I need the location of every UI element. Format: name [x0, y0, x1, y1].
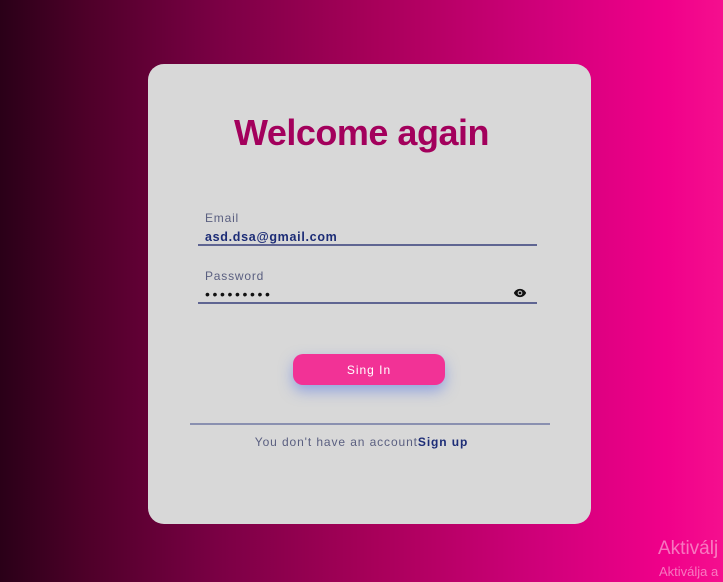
password-underline: [198, 302, 537, 304]
signup-prompt: You don't have an accountSign up: [0, 435, 723, 449]
password-label: Password: [205, 269, 265, 283]
eye-icon[interactable]: [513, 286, 527, 300]
password-field[interactable]: •••••••••: [205, 286, 273, 302]
sign-in-button[interactable]: Sing In: [293, 354, 445, 385]
sign-up-link[interactable]: Sign up: [418, 435, 468, 449]
email-underline: [198, 244, 537, 246]
page-title: Welcome again: [234, 112, 489, 153]
activation-watermark-title: Aktiválj: [658, 538, 719, 559]
activation-watermark-subtitle: Aktiválja a: [659, 564, 719, 579]
email-label: Email: [205, 211, 240, 225]
email-field[interactable]: asd.dsa@gmail.com: [205, 230, 337, 244]
divider: [190, 423, 550, 425]
account-prompt-text: You don't have an account: [254, 435, 418, 449]
